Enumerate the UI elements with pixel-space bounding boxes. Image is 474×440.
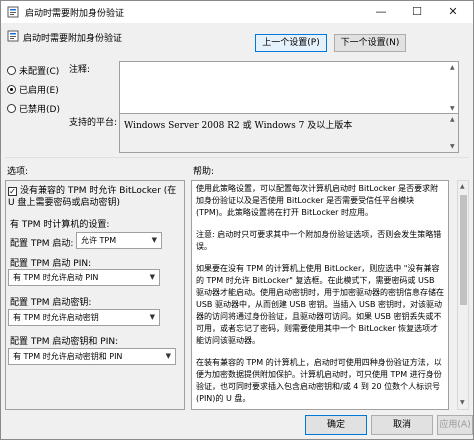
setting-title: 启动时需要附加身份验证 [23,34,123,44]
help-paragraph: 使用此策略设置，可以配置每次计算机启动时 BitLocker 是否要求附加身份验… [196,184,439,217]
scroll-down-icon[interactable]: ▼ [450,105,455,112]
scroll-down-icon[interactable]: ▼ [460,399,465,406]
radio-icon [7,66,16,75]
next-setting-button[interactable]: 下一个设置(N) [334,34,406,52]
title-bar[interactable]: 启动时需要附加身份验证 — ☐ ✕ [1,1,473,23]
tpm-computer-settings-label: 有 TPM 时计算机的设置: [10,220,110,230]
checkbox-checked-icon: ✓ [8,187,17,196]
options-section-label: 选项: [7,167,29,177]
policy-icon [7,6,19,18]
tpm-startup-select[interactable]: 允许 TPM ▼ [76,232,162,249]
help-paragraph: 在装有兼容的 TPM 的计算机上，启动时可使用四种身份验证方法，以便为加密数据提… [196,358,442,403]
section-divider [5,157,469,158]
platform-value: Windows Server 2008 R2 或 Windows 7 及以上版本 [124,121,353,131]
tpm-startup-label: 配置 TPM 启动: [10,239,74,249]
close-icon[interactable]: ✕ [435,1,471,23]
window-title: 启动时需要附加身份验证 [25,9,125,19]
cancel-button[interactable]: 取消 [371,415,433,435]
radio-disabled[interactable]: 已禁用(D) [7,102,60,115]
chevron-down-icon: ▼ [151,236,157,244]
scroll-up-icon[interactable]: ▲ [450,116,455,123]
policy-icon [7,30,19,42]
tpm-startup-key-select[interactable]: 有 TPM 时允许启动密钥 ▼ [8,309,160,326]
tpm-startup-key-pin-label: 配置 TPM 启动密钥和 PIN: [10,337,119,347]
maximize-icon[interactable]: ☐ [399,1,435,23]
scroll-down-icon[interactable]: ▼ [450,143,455,150]
scroll-up-icon[interactable]: ▲ [460,183,465,190]
apply-button[interactable]: 应用(A) [437,415,473,435]
platform-label: 支持的平台: [69,118,118,128]
scroll-up-icon[interactable]: ▲ [450,64,455,71]
help-paragraph: 如果要在没有 TPM 的计算机上使用 BitLocker，则应选中 "没有兼容的… [196,264,444,345]
radio-icon [7,104,16,113]
help-pane: 使用此策略设置，可以配置每次计算机启动时 BitLocker 是否要求附加身份验… [191,180,449,410]
tpm-startup-pin-label: 配置 TPM 启动 PIN: [10,259,92,269]
chevron-down-icon: ▼ [165,352,171,360]
ok-button[interactable]: 确定 [305,415,367,435]
help-section-label: 帮助: [193,167,215,177]
platform-readonly-box: Windows Server 2008 R2 或 Windows 7 及以上版本… [119,113,459,153]
previous-setting-button[interactable]: 上一个设置(P) [255,34,327,52]
tpm-startup-key-label: 配置 TPM 启动密钥: [10,298,92,308]
policy-dialog: 启动时需要附加身份验证 — ☐ ✕ 启动时需要附加身份验证 上一个设置(P) 下… [0,0,474,440]
tpm-startup-pin-select[interactable]: 有 TPM 时允许启动 PIN ▼ [8,269,160,286]
scrollbar-thumb[interactable] [460,195,467,305]
comment-label: 注释: [69,65,91,75]
radio-enabled[interactable]: 已启用(E) [7,83,59,96]
help-scrollbar[interactable]: ▲ ▼ [457,180,469,410]
comment-textarea[interactable]: ▲ ▼ [119,61,459,115]
no-tpm-allow-checkbox[interactable]: ✓ 没有兼容的 TPM 时允许 BitLocker (在 U 盘上需要密码或启动密… [8,185,180,209]
help-paragraph: 注意: 启动时只可要求其中一个附加身份验证选项，否则会发生策略错误。 [196,230,442,251]
tpm-startup-key-pin-select[interactable]: 有 TPM 时允许启动密钥和 PIN ▼ [8,348,176,365]
radio-selected-icon [7,85,16,94]
minimize-icon[interactable]: — [363,1,399,23]
options-pane: ✓ 没有兼容的 TPM 时允许 BitLocker (在 U 盘上需要密码或启动密… [5,180,185,410]
chevron-down-icon: ▼ [149,313,155,321]
radio-not-configured[interactable]: 未配置(C) [7,64,59,77]
chevron-down-icon: ▼ [149,273,155,281]
